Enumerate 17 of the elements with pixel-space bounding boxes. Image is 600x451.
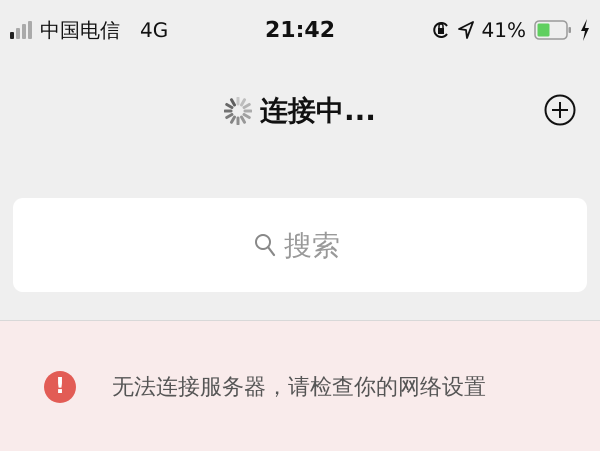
battery-percent: 41%	[482, 18, 526, 42]
search-field[interactable]: 搜索	[282, 228, 346, 262]
carrier-name: 中国电信	[40, 16, 120, 44]
add-icon[interactable]	[544, 94, 576, 126]
network-type: 4G	[140, 18, 168, 42]
search-icon	[254, 233, 276, 257]
loading-spinner-icon	[224, 97, 252, 125]
clock-time: 21:42	[264, 18, 336, 42]
nav-title: 连接中...	[260, 93, 376, 129]
rotation-lock-icon	[432, 20, 450, 40]
error-icon: !	[44, 370, 76, 402]
error-banner[interactable]: ! 无法连接服务器，请检查你的网络设置	[0, 321, 600, 451]
signal-icon	[10, 21, 32, 39]
error-message: 无法连接服务器，请检查你的网络设置	[112, 374, 486, 402]
battery-icon	[534, 20, 572, 40]
charging-bolt-icon	[580, 19, 590, 41]
location-arrow-icon	[458, 21, 474, 39]
